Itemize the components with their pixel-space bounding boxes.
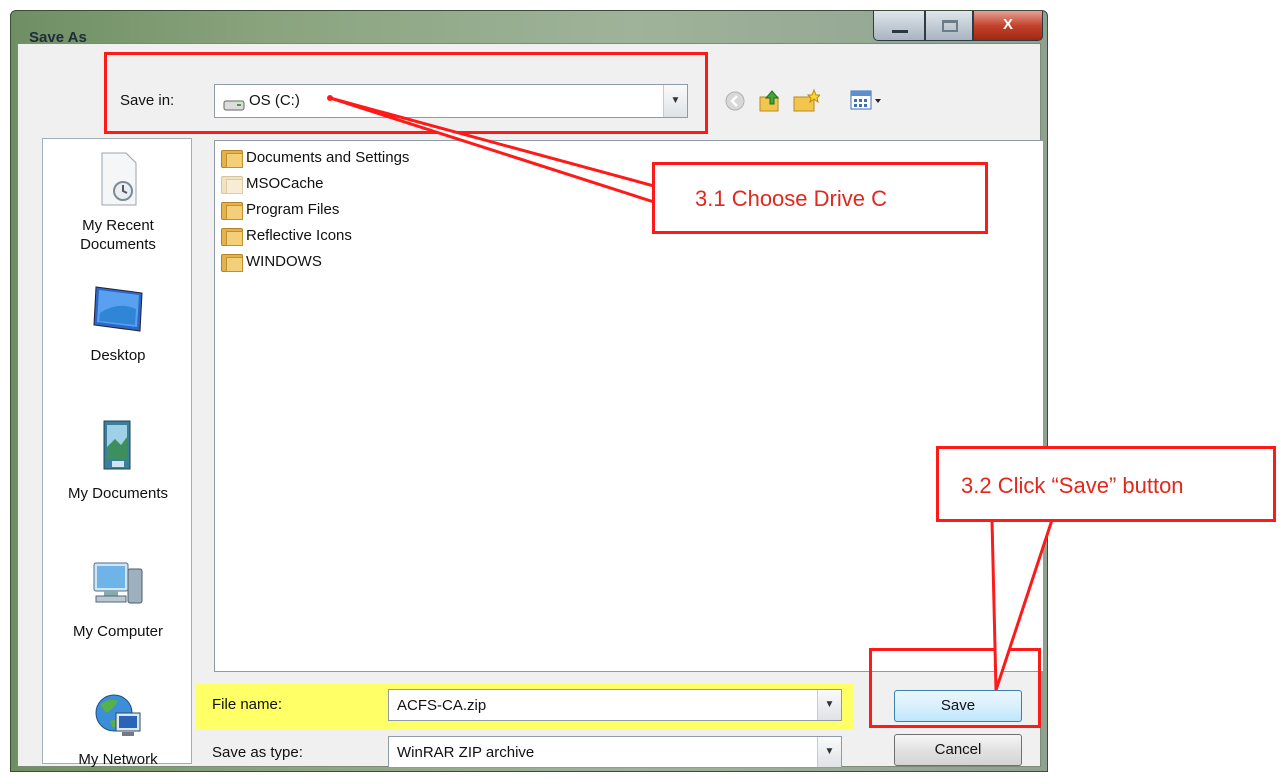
callout-pointers bbox=[327, 95, 1055, 691]
callout-text: 3.1 Choose Drive C bbox=[695, 186, 887, 211]
callout-text: 3.2 Click “Save” button bbox=[961, 473, 1184, 498]
callout-step-2: 3.2 Click “Save” button bbox=[936, 446, 1276, 522]
callout-step-1: 3.1 Choose Drive C bbox=[652, 162, 988, 234]
